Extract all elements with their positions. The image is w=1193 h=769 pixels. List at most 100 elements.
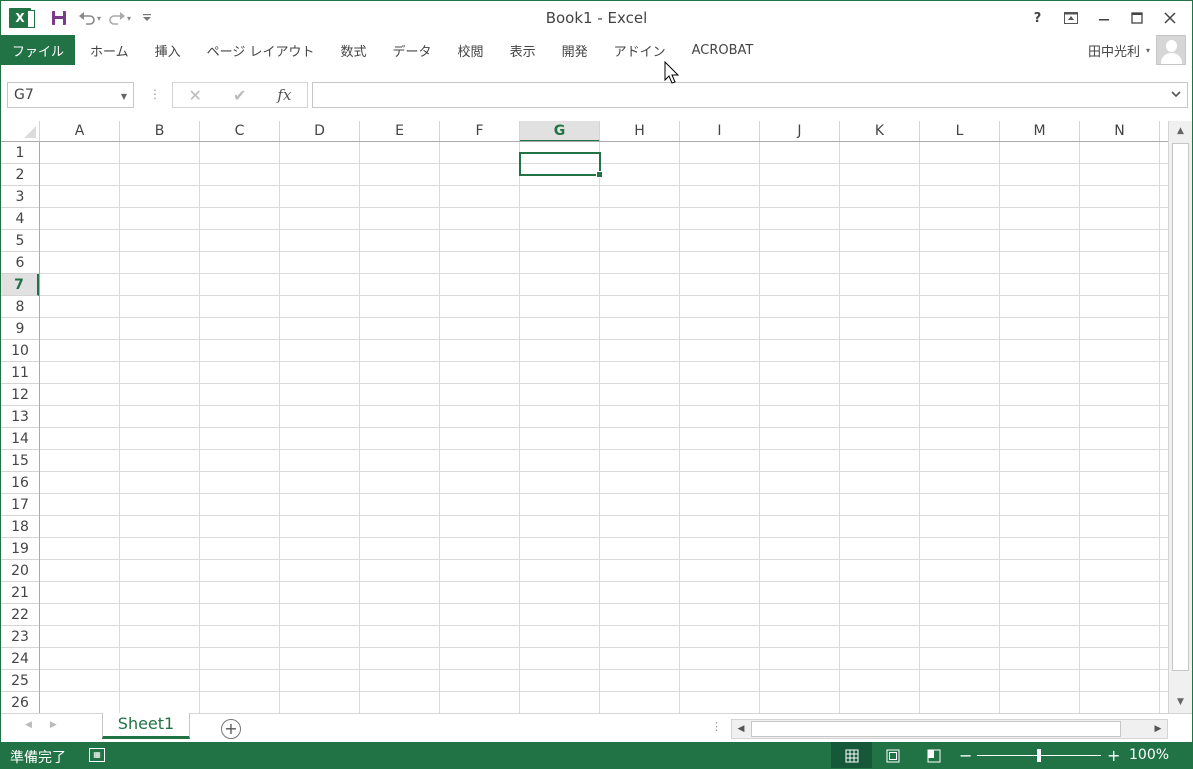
name-box[interactable]: G7 ▼ <box>7 82 134 108</box>
close-button[interactable] <box>1153 5 1186 31</box>
ribbon-display-options-button[interactable] <box>1054 5 1087 31</box>
column-header-d[interactable]: D <box>280 121 360 141</box>
help-button[interactable]: ? <box>1021 5 1054 31</box>
row-header-25[interactable]: 25 <box>1 670 39 692</box>
scroll-sheets-left-icon[interactable]: ◀ <box>25 720 32 730</box>
column-header-n[interactable]: N <box>1080 121 1160 141</box>
scroll-right-icon[interactable]: ▶ <box>1149 720 1167 738</box>
column-header-m[interactable]: M <box>1000 121 1080 141</box>
row-header-11[interactable]: 11 <box>1 362 39 384</box>
formula-input[interactable] <box>312 82 1188 108</box>
user-name[interactable]: 田中光利 <box>1088 41 1140 60</box>
tab-home[interactable]: ホーム <box>77 35 142 65</box>
zoom-slider-thumb[interactable] <box>1037 748 1041 762</box>
row-header-5[interactable]: 5 <box>1 230 39 252</box>
column-header-c[interactable]: C <box>200 121 280 141</box>
page-layout-view-button[interactable] <box>872 742 913 768</box>
row-header-9[interactable]: 9 <box>1 318 39 340</box>
tab-review[interactable]: 校閲 <box>445 35 497 65</box>
sheet-navigation: ◀ ▶ <box>25 720 57 730</box>
zoom-slider[interactable] <box>977 748 1101 762</box>
tab-insert[interactable]: 挿入 <box>142 35 194 65</box>
column-header-j[interactable]: J <box>760 121 840 141</box>
view-buttons <box>831 742 954 768</box>
worksheet-grid: ABCDEFGHIJKLMN 1 2 3 4 5 6 7 8 9 10 11 12 13 14 15 16 17… <box>1 121 1192 713</box>
minimize-button[interactable] <box>1087 5 1120 31</box>
window-controls: ? <box>1021 5 1186 31</box>
row-header-14[interactable]: 14 <box>1 428 39 450</box>
column-header-h[interactable]: H <box>600 121 680 141</box>
tab-view[interactable]: 表示 <box>497 35 549 65</box>
tab-file[interactable]: ファイル <box>1 35 75 65</box>
cancel-formula-icon[interactable]: ✕ <box>189 86 202 105</box>
row-header-6[interactable]: 6 <box>1 252 39 274</box>
row-header-10[interactable]: 10 <box>1 340 39 362</box>
column-header-i[interactable]: I <box>680 121 760 141</box>
row-header-22[interactable]: 22 <box>1 604 39 626</box>
column-header-g[interactable]: G <box>520 121 600 141</box>
insert-function-icon[interactable]: fx <box>277 86 291 104</box>
active-cell[interactable] <box>519 152 603 178</box>
formula-bar-resize-handle[interactable]: ⋮ <box>149 87 161 101</box>
macro-record-icon[interactable]: ▦ <box>89 748 105 762</box>
zoom-out-button[interactable]: − <box>959 746 972 765</box>
horizontal-scrollbar[interactable]: ◀ ▶ <box>731 719 1168 739</box>
row-header-7[interactable]: 7 <box>1 274 39 296</box>
sheet-tab-sheet1[interactable]: Sheet1 <box>102 713 190 739</box>
column-header-f[interactable]: F <box>440 121 520 141</box>
normal-view-button[interactable] <box>831 742 872 768</box>
row-header-23[interactable]: 23 <box>1 626 39 648</box>
scroll-left-icon[interactable]: ◀ <box>732 720 750 738</box>
cell-area[interactable] <box>40 142 1168 713</box>
row-header-3[interactable]: 3 <box>1 186 39 208</box>
enter-formula-icon[interactable]: ✔ <box>233 86 246 105</box>
chevron-down-icon[interactable]: ▼ <box>121 92 127 101</box>
tab-developer[interactable]: 開発 <box>549 35 601 65</box>
add-sheet-button[interactable]: + <box>221 719 241 739</box>
column-header-k[interactable]: K <box>840 121 920 141</box>
user-account[interactable]: 田中光利 ▾ <box>1088 35 1186 65</box>
tab-page-layout[interactable]: ページ レイアウト <box>194 35 328 65</box>
horizontal-scroll-thumb[interactable] <box>751 721 1121 737</box>
row-header-8[interactable]: 8 <box>1 296 39 318</box>
expand-formula-bar-icon[interactable] <box>1171 91 1181 101</box>
scroll-up-icon[interactable]: ▲ <box>1169 121 1192 142</box>
zoom-in-button[interactable]: + <box>1107 746 1120 765</box>
tab-formulas[interactable]: 数式 <box>328 35 380 65</box>
row-header-2[interactable]: 2 <box>1 164 39 186</box>
row-header-20[interactable]: 20 <box>1 560 39 582</box>
column-header-e[interactable]: E <box>360 121 440 141</box>
vertical-scrollbar[interactable]: ▲ ▼ <box>1168 121 1192 713</box>
row-header-16[interactable]: 16 <box>1 472 39 494</box>
row-header-4[interactable]: 4 <box>1 208 39 230</box>
row-header-24[interactable]: 24 <box>1 648 39 670</box>
row-header-1[interactable]: 1 <box>1 142 39 164</box>
zoom-level[interactable]: 100% <box>1129 747 1169 763</box>
page-break-preview-button[interactable] <box>913 742 954 768</box>
row-header-21[interactable]: 21 <box>1 582 39 604</box>
column-headers: ABCDEFGHIJKLMN <box>40 121 1168 142</box>
column-header-l[interactable]: L <box>920 121 1000 141</box>
formula-bar: G7 ▼ ⋮ ✕ ✔ fx <box>1 65 1192 121</box>
row-header-18[interactable]: 18 <box>1 516 39 538</box>
column-header-a[interactable]: A <box>40 121 120 141</box>
title-bar: X ▾ ▾ Book1 - Excel ? <box>1 1 1192 35</box>
maximize-button[interactable] <box>1120 5 1153 31</box>
scroll-down-icon[interactable]: ▼ <box>1169 692 1192 713</box>
vertical-scroll-thumb[interactable] <box>1172 143 1189 671</box>
tab-data[interactable]: データ <box>380 35 445 65</box>
tab-acrobat[interactable]: ACROBAT <box>679 35 767 65</box>
avatar[interactable] <box>1156 35 1186 65</box>
row-headers: 1 2 3 4 5 6 7 8 9 10 11 12 13 14 15 16 17 18 19 20 21 22 23 24 2… <box>1 142 40 713</box>
row-header-15[interactable]: 15 <box>1 450 39 472</box>
row-header-26[interactable]: 26 <box>1 692 39 713</box>
excel-window: X ▾ ▾ Book1 - Excel ? ファイル ホーム 挿入 ページ レイ… <box>0 0 1193 769</box>
row-header-17[interactable]: 17 <box>1 494 39 516</box>
scroll-sheets-right-icon[interactable]: ▶ <box>50 720 57 730</box>
column-header-b[interactable]: B <box>120 121 200 141</box>
select-all-button[interactable] <box>1 121 40 142</box>
row-header-13[interactable]: 13 <box>1 406 39 428</box>
tab-split-handle[interactable]: ⋮ <box>711 720 722 733</box>
row-header-19[interactable]: 19 <box>1 538 39 560</box>
row-header-12[interactable]: 12 <box>1 384 39 406</box>
